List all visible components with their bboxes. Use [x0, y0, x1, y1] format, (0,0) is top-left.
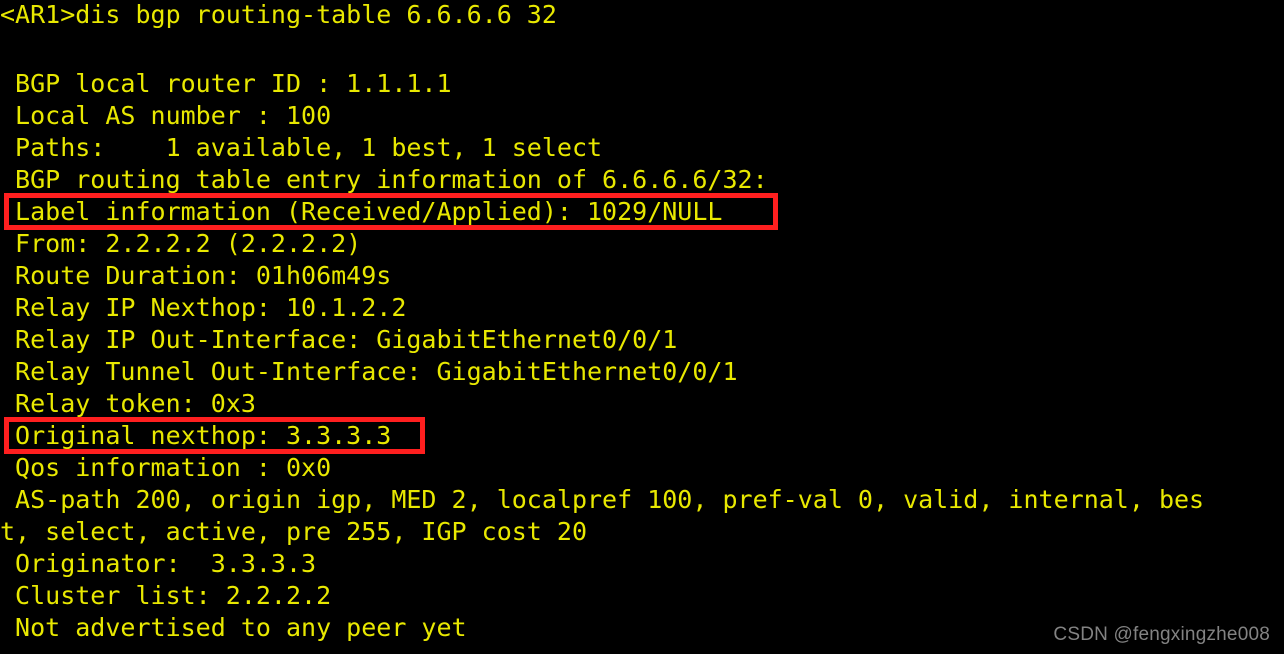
terminal-line-original-nexthop: Original nexthop: 3.3.3.3	[0, 421, 392, 450]
terminal-line-label-information: Label information (Received/Applied): 10…	[0, 197, 723, 226]
terminal-prompt-line: <AR1>dis bgp routing-table 6.6.6.6 32	[0, 0, 557, 29]
terminal-line-cluster-list: Cluster list: 2.2.2.2	[0, 581, 332, 610]
terminal-line-relay-ip-out-interface: Relay IP Out-Interface: GigabitEthernet0…	[0, 325, 678, 354]
terminal-line-route-duration: Route Duration: 01h06m49s	[0, 261, 392, 290]
terminal-line-routing-table-entry: BGP routing table entry information of 6…	[0, 165, 768, 194]
terminal-line-originator: Originator: 3.3.3.3	[0, 549, 317, 578]
terminal-line-from: From: 2.2.2.2 (2.2.2.2)	[0, 229, 362, 258]
terminal-line-local-as-number: Local AS number : 100	[0, 101, 332, 130]
terminal-line-bgp-local-router-id: BGP local router ID : 1.1.1.1	[0, 69, 452, 98]
terminal-line-relay-tunnel-out-interface: Relay Tunnel Out-Interface: GigabitEther…	[0, 357, 738, 386]
csdn-watermark: CSDN @fengxingzhe008	[1053, 624, 1270, 645]
terminal-window[interactable]: <AR1>dis bgp routing-table 6.6.6.6 32 BG…	[0, 0, 1284, 654]
terminal-line-as-path-wrapped: t, select, active, pre 255, IGP cost 20	[0, 517, 587, 546]
terminal-line-relay-ip-nexthop: Relay IP Nexthop: 10.1.2.2	[0, 293, 407, 322]
terminal-line-relay-token: Relay token: 0x3	[0, 389, 256, 418]
terminal-line-qos-information: Qos information : 0x0	[0, 453, 332, 482]
terminal-output: <AR1>dis bgp routing-table 6.6.6.6 32 BG…	[0, 0, 1284, 644]
terminal-line-as-path: AS-path 200, origin igp, MED 2, localpre…	[0, 485, 1205, 514]
terminal-line-paths: Paths: 1 available, 1 best, 1 select	[0, 133, 603, 162]
